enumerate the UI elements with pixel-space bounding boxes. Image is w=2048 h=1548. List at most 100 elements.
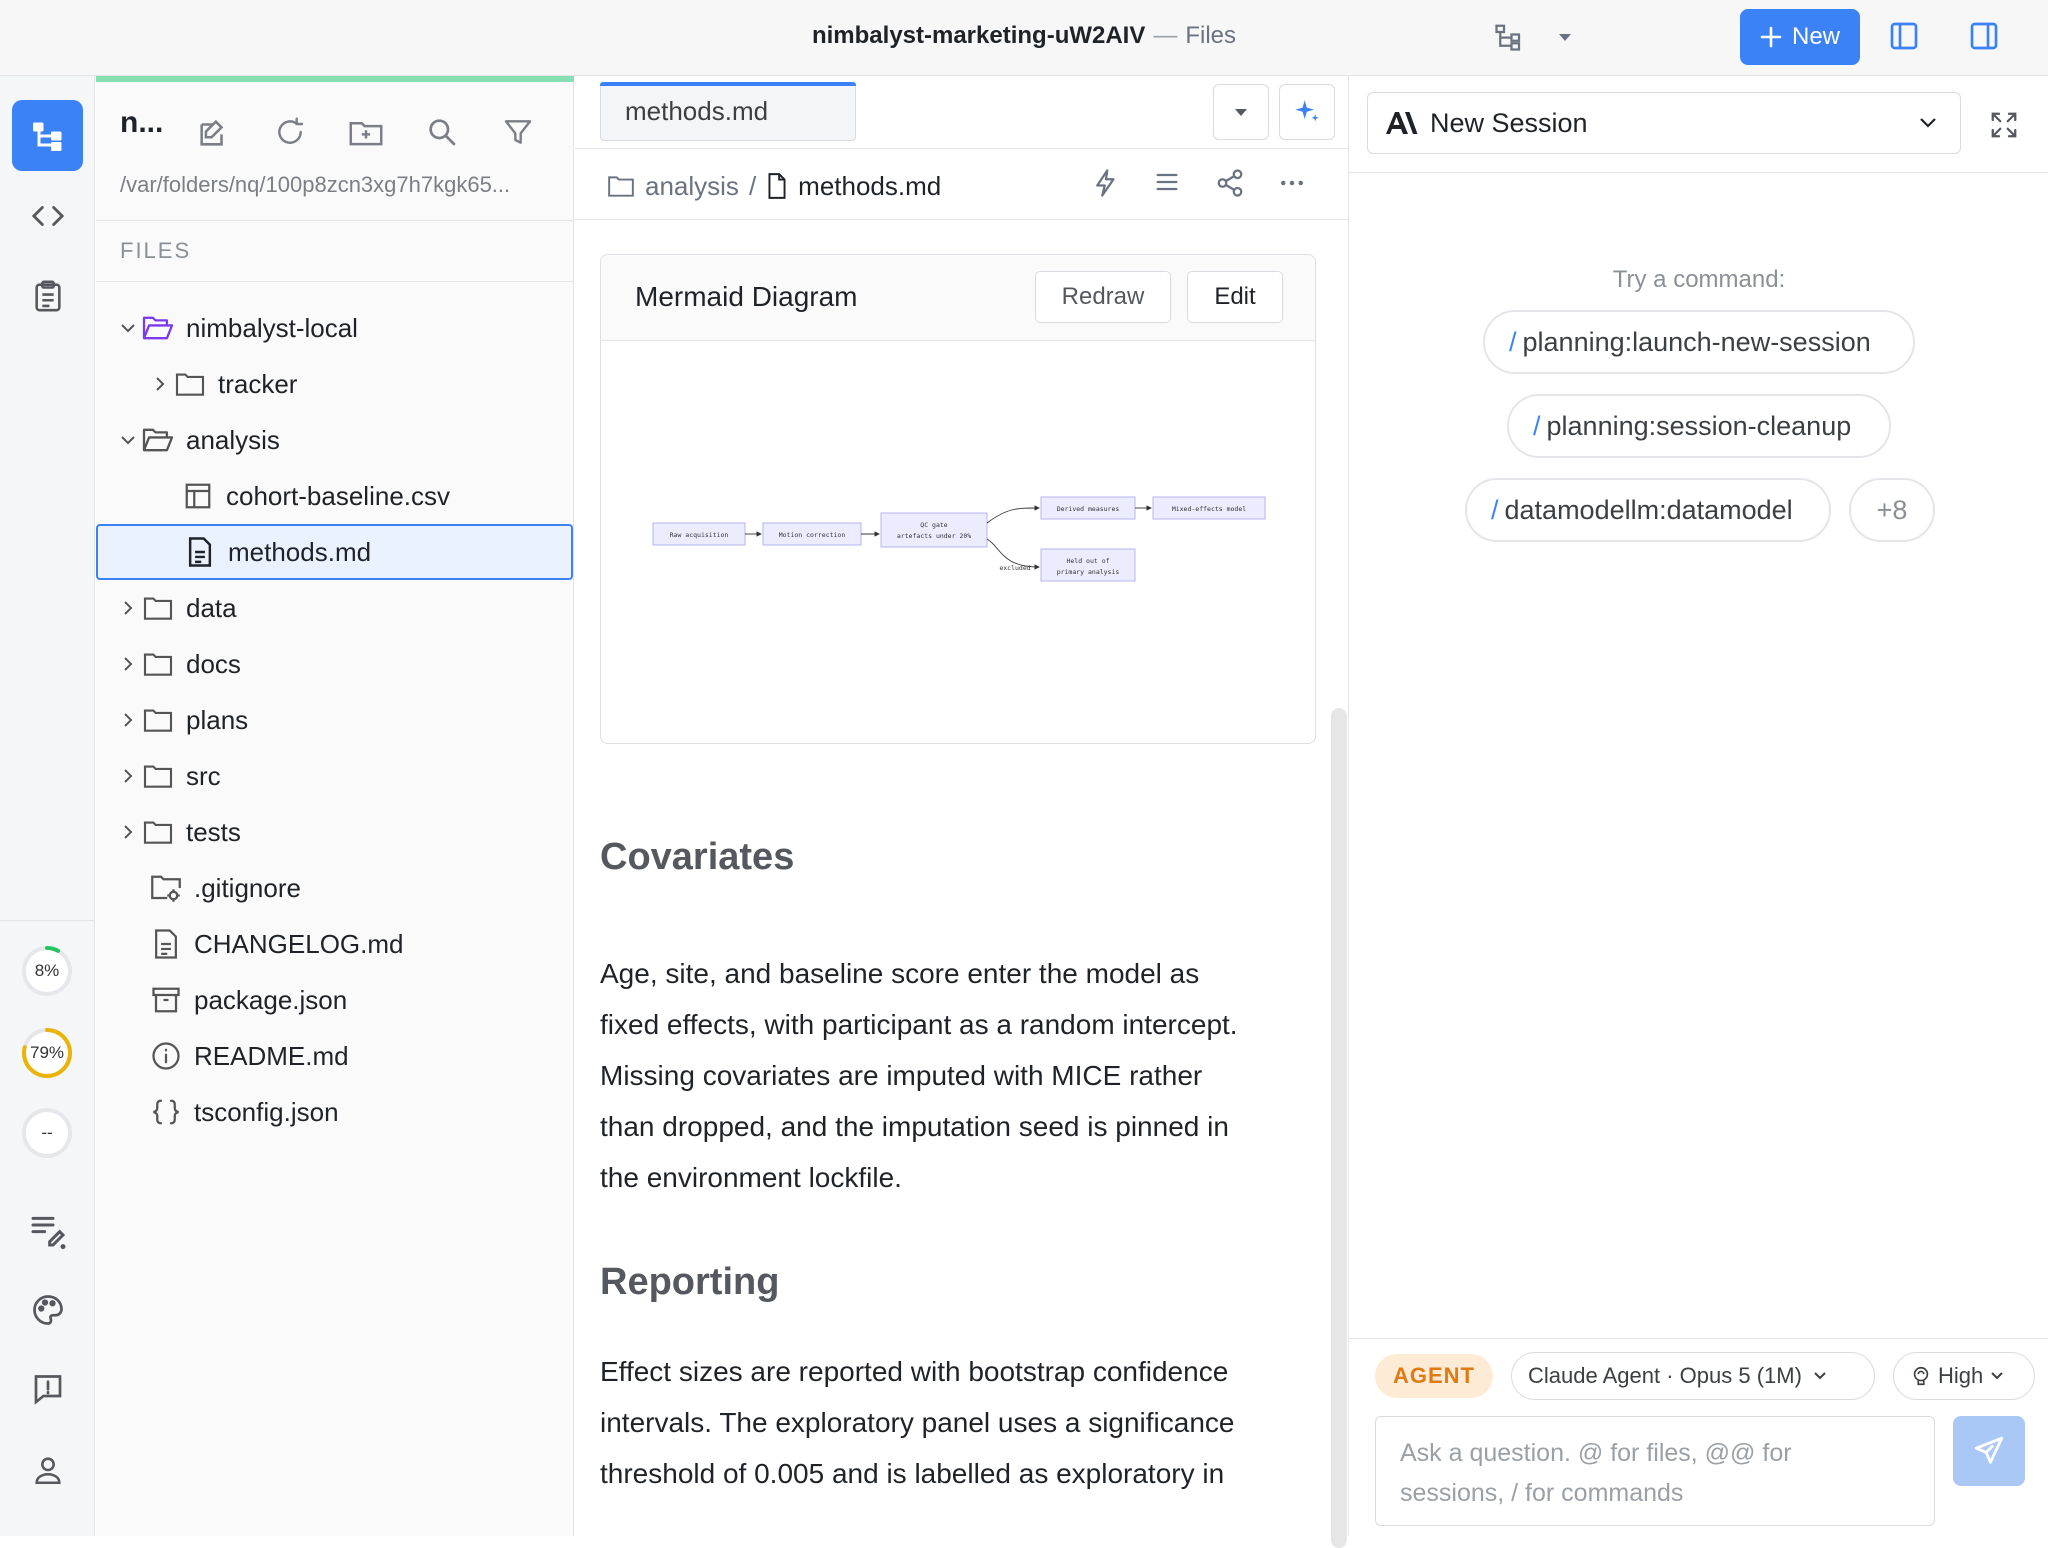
command-chip-datamodel[interactable]: / datamodellm:datamodel <box>1465 478 1831 542</box>
reporting-paragraph: Effect sizes are reported with bootstrap… <box>600 1346 1330 1499</box>
anthropic-logo-icon <box>1384 110 1418 136</box>
chevron-right-icon[interactable] <box>116 823 140 841</box>
redraw-button[interactable]: Redraw <box>1035 271 1171 323</box>
tree-item-gitignore[interactable]: .gitignore <box>96 862 574 914</box>
tree-item-readme-md[interactable]: README.md <box>96 1030 574 1082</box>
text-line: Missing covariates are imputed with MICE… <box>600 1060 1203 1091</box>
code-view-button[interactable] <box>12 180 83 251</box>
tree-item-changelog-md[interactable]: CHANGELOG.md <box>96 918 574 970</box>
tree-item-label: tracker <box>218 368 298 399</box>
editor-scrollbar[interactable] <box>1331 708 1347 1548</box>
more-options-icon[interactable] <box>1277 168 1307 198</box>
ai-assist-button[interactable] <box>1279 84 1335 140</box>
tree-item-tsconfig-json[interactable]: tsconfig.json <box>96 1086 574 1138</box>
more-commands-chip[interactable]: +8 <box>1849 478 1935 542</box>
tree-item-cohort-baseline-csv[interactable]: cohort-baseline.csv <box>96 470 574 522</box>
model-selector[interactable]: Claude Agent · Opus 5 (1M) <box>1511 1352 1875 1400</box>
tree-item-tests[interactable]: tests <box>96 806 574 858</box>
tab-label: methods.md <box>625 96 769 126</box>
filter-icon[interactable] <box>502 116 534 148</box>
tree-item-nimbalyst-local[interactable]: nimbalyst-local <box>96 302 574 354</box>
toggle-left-panel-icon[interactable] <box>1888 20 1920 52</box>
caret-down-icon[interactable] <box>1556 30 1574 44</box>
account-button[interactable] <box>12 1434 83 1505</box>
sitemap-icon[interactable] <box>1494 22 1524 52</box>
refresh-icon[interactable] <box>274 116 306 148</box>
command-chip-session-cleanup[interactable]: / planning:session-cleanup <box>1507 394 1891 458</box>
chat-input[interactable]: Ask a question. @ for files, @@ for sess… <box>1375 1416 1935 1526</box>
chevron-right-icon[interactable] <box>116 711 140 729</box>
chevron-down-icon[interactable] <box>116 431 140 449</box>
theme-button[interactable] <box>12 1274 83 1345</box>
list-pen-icon <box>28 1210 68 1250</box>
tab-methods-md[interactable]: methods.md <box>600 82 856 141</box>
chevron-right-icon[interactable] <box>116 767 140 785</box>
diagram-node-label: Motion correction <box>779 531 846 539</box>
chevron-down-icon <box>1989 1370 2005 1382</box>
divider <box>96 281 574 282</box>
tree-item-data[interactable]: data <box>96 582 574 634</box>
file-text-icon <box>148 928 184 960</box>
share-icon[interactable] <box>1215 168 1245 198</box>
tree-item-tracker[interactable]: tracker <box>96 358 574 410</box>
edit-button[interactable]: Edit <box>1187 271 1283 323</box>
usage-ring-1[interactable]: 8% <box>20 944 74 998</box>
tree-item-docs[interactable]: docs <box>96 638 574 690</box>
expand-icon[interactable] <box>1989 110 2019 140</box>
outline-list-icon[interactable] <box>1153 168 1181 196</box>
mode-badge[interactable]: AGENT <box>1375 1354 1493 1398</box>
usage-ring-3[interactable]: -- <box>20 1106 74 1160</box>
table-icon <box>180 481 216 511</box>
new-file-icon[interactable] <box>196 116 230 150</box>
palette-icon <box>30 1292 66 1328</box>
tree-item-methods-md[interactable]: methods.md <box>96 524 573 580</box>
folder-icon <box>140 819 176 845</box>
text-line: the environment lockfile. <box>600 1162 902 1193</box>
feedback-button[interactable] <box>12 1354 83 1425</box>
diagram-node-label: Mixed-effects model <box>1172 505 1246 513</box>
folder-icon <box>140 651 176 677</box>
usage-ring-3-label: -- <box>41 1123 53 1142</box>
file-text-icon <box>182 536 218 568</box>
ai-edit-icon[interactable] <box>1091 168 1121 198</box>
tree-item-analysis[interactable]: analysis <box>96 414 574 466</box>
breadcrumb-file[interactable]: methods.md <box>798 171 941 202</box>
toggle-right-panel-icon[interactable] <box>1968 20 2000 52</box>
diagram-node-label: primary analysis <box>1057 568 1120 576</box>
breadcrumb-folder[interactable]: analysis <box>645 171 739 202</box>
model-label: Claude Agent · Opus 5 (1M) <box>1528 1363 1802 1388</box>
usage-ring-2[interactable]: 79% <box>20 1026 74 1080</box>
tree-item-label: package.json <box>194 984 348 1015</box>
tasks-view-button[interactable] <box>12 260 83 331</box>
send-button[interactable] <box>1953 1416 2025 1486</box>
search-icon[interactable] <box>426 116 458 148</box>
tree-item-plans[interactable]: plans <box>96 694 574 746</box>
effort-selector[interactable]: High <box>1893 1352 2035 1400</box>
chevron-right-icon[interactable] <box>116 599 140 617</box>
new-button[interactable]: New <box>1740 9 1860 65</box>
panel-accent-bar <box>96 76 574 82</box>
tabs-dropdown-button[interactable] <box>1213 84 1269 140</box>
tree-item-label: plans <box>186 704 249 735</box>
files-view-button[interactable] <box>12 100 83 171</box>
chevron-right-icon[interactable] <box>148 375 172 393</box>
new-folder-icon[interactable] <box>348 116 384 150</box>
tree-item-label: docs <box>186 648 241 679</box>
chevron-down-icon[interactable] <box>116 319 140 337</box>
brain-icon <box>1910 1365 1932 1387</box>
tree-item-src[interactable]: src <box>96 750 574 802</box>
session-selector[interactable]: New Session <box>1367 92 1961 154</box>
slash-icon: / <box>1533 410 1541 441</box>
chevron-right-icon[interactable] <box>116 655 140 673</box>
folder-icon <box>172 371 208 397</box>
edit-list-button[interactable] <box>12 1194 83 1265</box>
text-line: fixed effects, with participant as a ran… <box>600 1009 1238 1040</box>
command-chip-launch-new-session[interactable]: / planning:launch-new-session <box>1483 310 1915 374</box>
tree-item-package-json[interactable]: package.json <box>96 974 574 1026</box>
breadcrumb-separator: / <box>748 170 757 201</box>
file-icon <box>766 172 788 200</box>
divider <box>575 148 1348 149</box>
package-icon <box>148 985 184 1015</box>
workspace-name[interactable]: n... <box>120 106 163 140</box>
workspace-path: /var/folders/nq/100p8zcn3xg7h7kgk65... <box>120 172 511 197</box>
